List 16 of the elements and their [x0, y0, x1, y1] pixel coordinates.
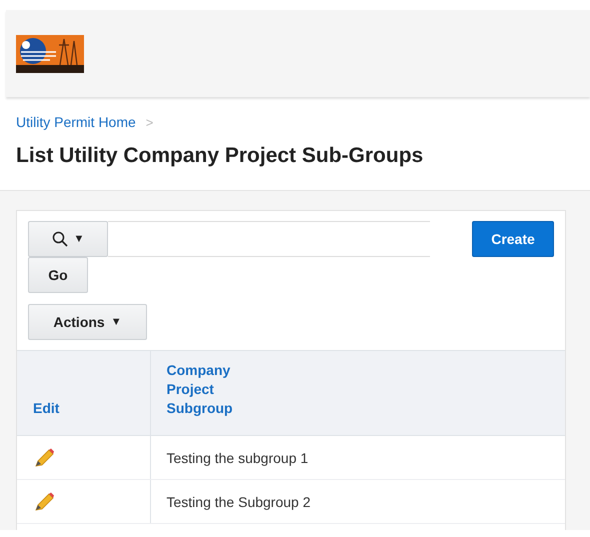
column-header[interactable]: Edit [33, 399, 60, 418]
pencil-icon[interactable] [33, 490, 55, 512]
breadcrumb-separator: > [146, 114, 154, 130]
page-title: List Utility Company Project Sub-Groups [16, 144, 424, 168]
table-cell: Testing the subgroup 1 [150, 436, 565, 480]
actions-menu-button[interactable]: Actions ▼ [28, 304, 147, 340]
breadcrumb-link[interactable]: Utility Permit Home [16, 114, 136, 130]
table-cell: Testing the Subgroup 2 [150, 480, 565, 524]
search-icon [52, 231, 68, 247]
pencil-icon[interactable] [33, 446, 55, 468]
search-menu-button[interactable]: ▼ [28, 221, 108, 257]
search-field[interactable] [108, 221, 430, 257]
go-button[interactable]: Go [28, 257, 88, 293]
column-header[interactable]: Company Project Subgroup [166, 361, 256, 418]
logo-icon [16, 34, 84, 72]
create-button[interactable]: Create [472, 221, 554, 257]
